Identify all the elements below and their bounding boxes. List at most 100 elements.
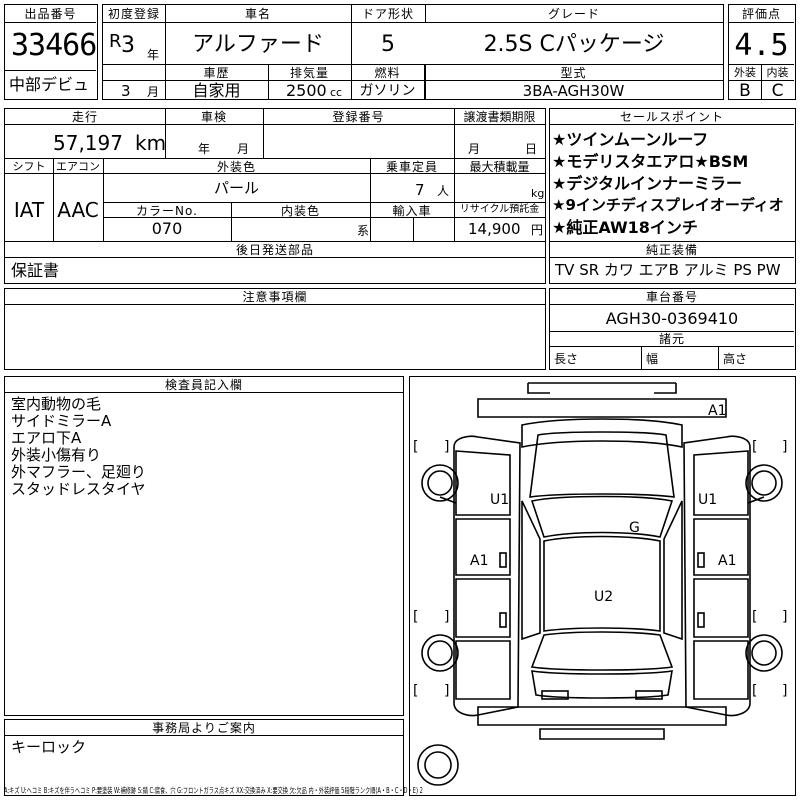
- ext-score: B: [739, 81, 751, 101]
- recycle-label: リサイクル預託金: [459, 204, 540, 215]
- right-lower-bracket-close: ]: [782, 683, 787, 699]
- import-label: 輸入車: [392, 204, 432, 218]
- displacement-label: 排気量: [289, 66, 329, 80]
- score-label: 評価点: [741, 7, 781, 21]
- mark-upper-right: U1: [698, 492, 717, 508]
- sales-point: ★デジタルインナーミラー: [552, 174, 743, 193]
- displacement-value: 2500: [286, 81, 327, 100]
- dims-label: 諸元: [658, 332, 685, 346]
- left-rear-bracket-open: [: [413, 609, 418, 625]
- inspection-month-unit: 月: [237, 142, 250, 156]
- first-reg-month: 3: [121, 82, 131, 100]
- notes-label: 注意事項欄: [242, 290, 308, 304]
- transfer-day-unit: 日: [525, 142, 538, 156]
- right-rear-bracket-open: [: [752, 609, 757, 625]
- mark-roof: G: [629, 520, 640, 536]
- color-no-label: カラーNo.: [136, 204, 198, 218]
- doors-label: ドア形状: [361, 7, 414, 21]
- capacity-label: 乗車定員: [385, 160, 438, 174]
- int-color-unit: 系: [357, 224, 370, 238]
- left-rear-bracket-close: ]: [444, 609, 449, 625]
- model-value: 3BA-AGH30W: [522, 82, 625, 100]
- capacity-unit: 人: [437, 184, 450, 198]
- chassis-box: 車台番号 AGH30-0369410 諸元 長さ 幅 高さ: [549, 288, 796, 370]
- left-lower-bracket-open: [: [413, 683, 418, 699]
- grade-value: 2.5S Cパッケージ: [483, 32, 665, 57]
- sales-point: ★モデリスタエアロ★BSM: [552, 152, 749, 171]
- lot-label: 出品番号: [24, 7, 77, 21]
- sales-point: ★純正AW18インチ: [552, 218, 698, 237]
- int-score-label: 内装: [766, 66, 789, 79]
- mileage-unit: km: [135, 131, 167, 155]
- color-no-value: 070: [151, 219, 183, 238]
- transfer-label: 譲渡書類期限: [463, 110, 536, 124]
- era: R: [109, 31, 122, 52]
- inspector-line: エアロ下A: [11, 429, 82, 447]
- reg-no-label: 登録番号: [332, 110, 385, 124]
- right-wheel-bracket-close: ]: [782, 439, 787, 455]
- right-rear-bracket-close: ]: [782, 609, 787, 625]
- mark-left-door: A1: [470, 553, 488, 569]
- right-wheel-bracket-open: [: [752, 439, 757, 455]
- lot-box: 出品番号 33466 中部デビュ: [4, 4, 98, 100]
- equipment-value: TV SR カワ エアB アルミ PS PW: [555, 261, 781, 279]
- inspection-label: 車検: [200, 110, 227, 124]
- fuel-label: 燃料: [374, 66, 401, 80]
- aircon-label: エアコン: [56, 160, 100, 173]
- chassis-number: AGH30-0369410: [605, 309, 739, 328]
- recycle-value: 14,900: [468, 220, 521, 238]
- year-unit: 年: [147, 48, 160, 62]
- ext-score-label: 外装: [734, 66, 756, 79]
- right-lower-bracket-open: [: [752, 683, 757, 699]
- grade-label: グレード: [547, 7, 600, 21]
- car-diagram-svg: A1 U1 U1 G A1 A1 U2 [ ] [ ] [ ] [ ] [ ] …: [413, 382, 787, 786]
- width-label: 幅: [646, 352, 659, 366]
- spec-panel: 走行 車検 登録番号 譲渡書類期限 57,197 km 年 月 月 日 シフト …: [4, 108, 546, 242]
- first-reg-year: 3: [121, 33, 135, 58]
- load-unit: kg: [531, 187, 545, 200]
- model-label: 型式: [560, 66, 587, 80]
- chassis-label: 車台番号: [645, 290, 698, 304]
- ext-color-value: パール: [213, 179, 259, 197]
- load-label: 最大積載量: [469, 160, 530, 174]
- doors-value: 5: [381, 32, 395, 57]
- inspector-line: 外装小傷有り: [11, 446, 102, 464]
- left-wheel-bracket-close: ]: [444, 439, 449, 455]
- car-name: アルファード: [192, 32, 324, 57]
- later-parts-box: 後日発送部品 保証書: [4, 241, 546, 284]
- shift-label: シフト: [12, 160, 46, 173]
- later-parts-value: 保証書: [11, 261, 60, 280]
- displacement-unit: cc: [330, 86, 343, 99]
- header-panel: 初度登録 車名 ドア形状 グレード R 3 年 アルファード 5 2.5S Cパ…: [102, 4, 724, 100]
- inspector-line: サイドミラーA: [11, 412, 112, 430]
- office-value: キーロック: [11, 738, 87, 756]
- inspection-year-unit: 年: [198, 142, 211, 156]
- car-name-label: 車名: [244, 7, 271, 21]
- sales-points-label: セールスポイント: [619, 110, 724, 124]
- score-box: 評価点 4.5 外装 内装 B C: [728, 4, 796, 100]
- capacity-value: 7: [415, 181, 425, 199]
- mileage-value: 57,197: [53, 131, 123, 155]
- sales-point: ★ツインムーンルーフ: [552, 130, 709, 149]
- auction-event: 中部デビュ: [9, 75, 90, 94]
- sales-points-box: セールスポイント ★ツインムーンルーフ ★モデリスタエアロ★BSM ★デジタルイ…: [549, 108, 796, 242]
- lot-number: 33466: [11, 28, 97, 63]
- history-value: 自家用: [192, 81, 241, 100]
- int-score: C: [771, 81, 784, 101]
- inspector-line: スタッドレスタイヤ: [11, 480, 146, 498]
- left-lower-bracket-close: ]: [444, 683, 449, 699]
- inspector-line: 室内動物の毛: [11, 395, 102, 413]
- recycle-unit: 円: [531, 223, 544, 237]
- office-label: 事務局よりご案内: [152, 721, 256, 735]
- score-value: 4.5: [734, 28, 789, 63]
- inspector-label: 検査員記入欄: [164, 378, 243, 392]
- mark-right-door: A1: [718, 553, 736, 569]
- inspector-line: 外マフラー、足廻り: [11, 463, 146, 481]
- notes-box: 注意事項欄: [4, 288, 546, 370]
- legend-line: A:キズ U:ヘコミ B:キズを伴うヘコミ P:要塗装 W:補修跡 S:錆 C:…: [4, 786, 423, 795]
- first-reg-label: 初度登録: [107, 7, 160, 21]
- history-label: 車歴: [203, 66, 230, 80]
- height-label: 高さ: [723, 352, 748, 366]
- left-wheel-bracket-open: [: [413, 439, 418, 455]
- transfer-month-unit: 月: [468, 142, 481, 156]
